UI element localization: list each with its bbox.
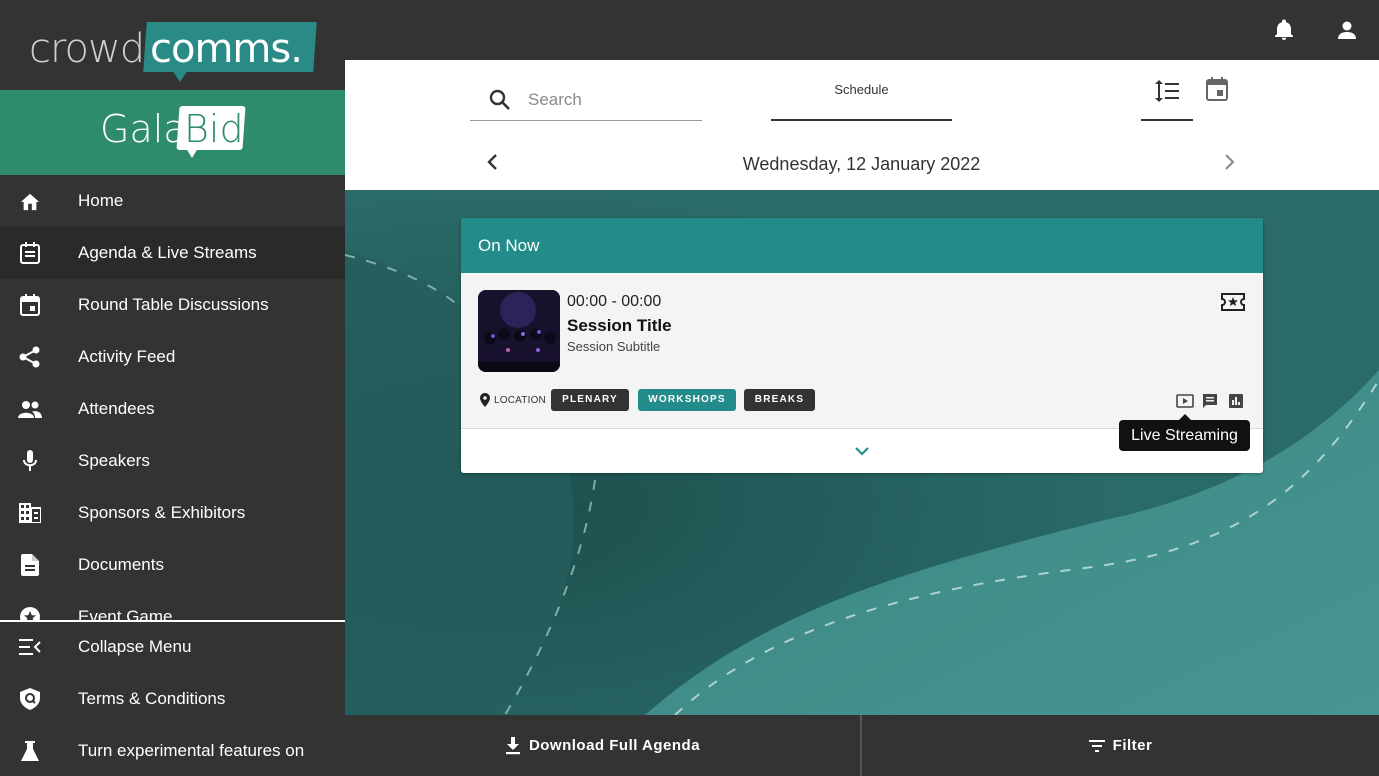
sidebar-item-terms[interactable]: Terms & Conditions xyxy=(0,673,345,725)
live-stream-icon[interactable] xyxy=(1176,393,1194,414)
ticket-icon[interactable] xyxy=(1221,292,1245,317)
sidebar-item-experimental[interactable]: Turn experimental features on xyxy=(0,725,345,776)
chevron-right-icon xyxy=(1225,154,1235,170)
bell-icon[interactable] xyxy=(1272,18,1296,42)
flask-icon xyxy=(18,739,42,763)
share-icon xyxy=(18,345,42,369)
current-date: Wednesday, 12 January 2022 xyxy=(742,154,981,174)
location-pin-icon xyxy=(480,393,490,407)
audience-image xyxy=(478,290,560,372)
download-icon xyxy=(505,736,521,755)
agenda-icon xyxy=(18,241,42,265)
people-icon xyxy=(18,397,42,421)
home-icon xyxy=(18,189,42,213)
calendar-event-icon xyxy=(18,293,42,317)
tag-plenary[interactable]: PLENARY xyxy=(551,389,629,411)
tag-workshops[interactable]: WORKSHOPS xyxy=(638,389,736,411)
poll-icon[interactable] xyxy=(1228,393,1244,414)
chevron-down-icon xyxy=(855,447,869,456)
tag-breaks[interactable]: BREAKS xyxy=(744,389,815,411)
session-thumbnail[interactable] xyxy=(478,290,560,372)
agenda-header: Schedule Wednesday, 12 January 2022 xyxy=(345,60,1379,190)
logo-text-comms: comms. xyxy=(150,26,303,72)
search-input[interactable] xyxy=(528,87,698,113)
microphone-icon xyxy=(18,449,42,473)
sidebar-item-label: Activity Feed xyxy=(78,347,176,366)
location-label: LOCATION xyxy=(494,394,546,406)
account-icon[interactable] xyxy=(1335,18,1359,42)
sidebar-item-home[interactable]: Home xyxy=(0,175,345,227)
collapse-menu-icon xyxy=(18,635,42,659)
sidebar-item-label: Collapse Menu xyxy=(78,637,192,656)
expand-session-button[interactable] xyxy=(852,442,872,465)
sidebar-bottom-nav: Collapse Menu Terms & Conditions Turn ex… xyxy=(0,621,345,776)
sidebar-item-round-table[interactable]: Round Table Discussions xyxy=(0,279,345,331)
bottom-action-bar: Download Full Agenda Filter xyxy=(345,715,1379,776)
shield-icon xyxy=(18,687,42,711)
sidebar-item-collapse-menu[interactable]: Collapse Menu xyxy=(0,621,345,673)
session-location: LOCATION xyxy=(480,393,546,407)
list-view-toggle[interactable] xyxy=(1141,74,1193,121)
sidebar-item-label: Sponsors & Exhibitors xyxy=(78,503,246,522)
sidebar-item-attendees[interactable]: Attendees xyxy=(0,383,345,435)
session-subtitle: Session Subtitle xyxy=(567,339,661,354)
filter-icon xyxy=(1088,739,1105,752)
star-icon xyxy=(18,605,42,621)
tab-schedule[interactable]: Schedule xyxy=(771,74,952,121)
live-streaming-tooltip: Live Streaming xyxy=(1119,420,1250,451)
next-day-button[interactable] xyxy=(1219,152,1239,177)
calendar-icon xyxy=(1206,77,1228,101)
top-bar xyxy=(345,0,1379,60)
sidebar-item-label: Agenda & Live Streams xyxy=(78,243,257,262)
sidebar-item-label: Speakers xyxy=(78,451,150,470)
sidebar-item-activity-feed[interactable]: Activity Feed xyxy=(0,331,345,383)
chat-icon[interactable] xyxy=(1202,393,1218,414)
building-icon xyxy=(18,501,42,525)
session-time: 00:00 - 00:00 xyxy=(567,293,662,310)
event-logo-text-gala: Gala xyxy=(100,107,187,151)
search-icon xyxy=(488,88,512,117)
filter-label: Filter xyxy=(1112,737,1153,754)
sidebar-nav: Home Agenda & Live Streams Round Table D… xyxy=(0,175,345,621)
on-now-header: On Now xyxy=(461,218,1263,273)
sidebar-item-event-game[interactable]: Event Game xyxy=(0,591,345,621)
sidebar-item-label: Documents xyxy=(78,555,164,574)
sidebar-item-label: Event Game xyxy=(78,607,173,621)
crowdcomms-logo: crowd comms. xyxy=(0,0,345,90)
chevron-left-icon xyxy=(487,154,497,170)
sidebar-item-sponsors[interactable]: Sponsors & Exhibitors xyxy=(0,487,345,539)
logo-text-crowd: crowd xyxy=(29,26,145,72)
calendar-view-toggle[interactable] xyxy=(1205,76,1231,104)
on-now-title: On Now xyxy=(478,236,540,255)
download-agenda-label: Download Full Agenda xyxy=(528,737,701,754)
sidebar-item-speakers[interactable]: Speakers xyxy=(0,435,345,487)
sidebar-item-documents[interactable]: Documents xyxy=(0,539,345,591)
search-box xyxy=(470,80,702,121)
previous-day-button[interactable] xyxy=(483,152,503,177)
document-icon xyxy=(18,553,42,577)
list-sort-icon xyxy=(1155,80,1179,102)
filter-button[interactable]: Filter xyxy=(862,715,1379,776)
sidebar-item-agenda[interactable]: Agenda & Live Streams xyxy=(0,227,345,279)
download-agenda-button[interactable]: Download Full Agenda xyxy=(345,715,860,776)
sidebar-item-label: Turn experimental features on xyxy=(78,741,305,760)
session-title[interactable]: Session Title xyxy=(567,316,672,336)
sidebar-item-label: Round Table Discussions xyxy=(78,295,269,314)
sidebar-item-label: Terms & Conditions xyxy=(78,689,226,708)
sidebar-item-label: Attendees xyxy=(78,399,155,418)
sidebar-item-label: Home xyxy=(78,191,124,210)
sidebar: crowd comms. Gala Bid Home Agenda & Live… xyxy=(0,0,345,776)
event-logo-text-bid: Bid xyxy=(184,107,244,151)
